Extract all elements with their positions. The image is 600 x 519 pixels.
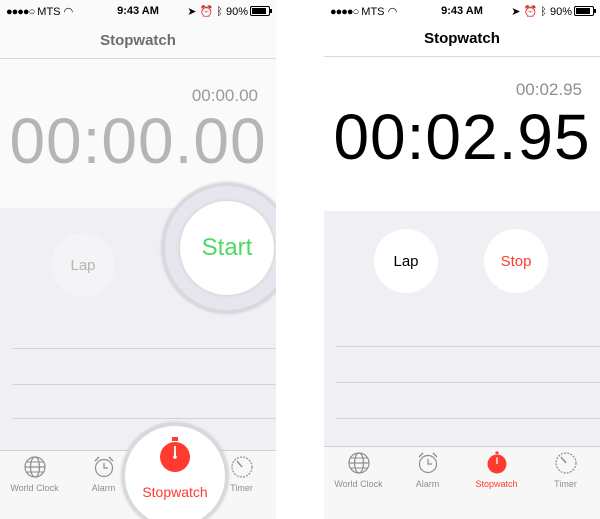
timer-icon <box>230 455 254 479</box>
globe-icon <box>23 455 47 479</box>
lap-button[interactable]: Lap <box>374 229 438 293</box>
bluetooth-icon: ᛒ <box>216 6 223 18</box>
lap-row-separator <box>336 382 600 383</box>
page-title: Stopwatch <box>100 32 176 49</box>
page-title: Stopwatch <box>424 30 500 47</box>
alarm-clock-icon <box>92 455 116 479</box>
stopwatch-icon <box>485 451 509 475</box>
alarm-status-icon: ⏰ <box>523 6 538 18</box>
tab-stopwatch-magnified[interactable]: Stopwatch <box>122 436 228 500</box>
battery-percent: 90% <box>225 6 248 18</box>
tab-stopwatch[interactable]: Stopwatch <box>462 447 531 489</box>
tab-bar: World Clock Alarm Stopwatch Timer <box>324 446 600 519</box>
battery-percent: 90% <box>549 6 572 18</box>
lap-row-separator <box>336 418 600 419</box>
start-button[interactable]: Start <box>180 201 274 295</box>
alarm-status-icon: ⏰ <box>199 6 214 18</box>
laps-area: Lap Stop <box>324 211 600 446</box>
lap-row-separator <box>12 348 276 349</box>
bluetooth-icon: ᛒ <box>540 6 547 18</box>
tab-timer[interactable]: Timer <box>531 447 600 489</box>
battery-icon <box>574 6 596 16</box>
globe-icon <box>347 451 371 475</box>
stopwatch-screen-reset: ●●●●○ MTS ◠ 9:43 AM ➤ ⏰ ᛒ 90% Stopwatch … <box>0 0 276 519</box>
stop-button[interactable]: Stop <box>484 229 548 293</box>
lap-row-separator <box>336 346 600 347</box>
location-icon: ➤ <box>511 6 521 18</box>
lap-row-separator <box>12 418 276 419</box>
tab-world-clock[interactable]: World Clock <box>324 447 393 489</box>
stopwatch-icon <box>156 436 194 474</box>
lap-time-display: 00:02.95 <box>515 80 582 99</box>
tab-alarm[interactable]: Alarm <box>393 447 462 489</box>
main-time-display: 00:00.00 <box>9 105 267 177</box>
status-bar: ●●●●○ MTS ◠ 9:43 AM ➤ ⏰ ᛒ 90% <box>324 0 600 22</box>
nav-divider <box>0 58 276 59</box>
lap-row-separator <box>12 384 276 385</box>
location-icon: ➤ <box>187 6 197 18</box>
status-bar: ●●●●○ MTS ◠ 9:43 AM ➤ ⏰ ᛒ 90% <box>0 0 276 22</box>
stopwatch-screen-running: ●●●●○ MTS ◠ 9:43 AM ➤ ⏰ ᛒ 90% Stopwatch … <box>324 0 600 519</box>
lap-button[interactable]: Lap <box>51 233 115 297</box>
tab-world-clock[interactable]: World Clock <box>0 451 69 493</box>
timer-icon <box>554 451 578 475</box>
alarm-clock-icon <box>416 451 440 475</box>
battery-icon <box>250 6 272 16</box>
tab-stopwatch-label: Stopwatch <box>142 484 208 500</box>
nav-divider <box>324 56 600 57</box>
lap-time-display: 00:00.00 <box>191 86 258 105</box>
main-time-display: 00:02.95 <box>333 101 591 173</box>
